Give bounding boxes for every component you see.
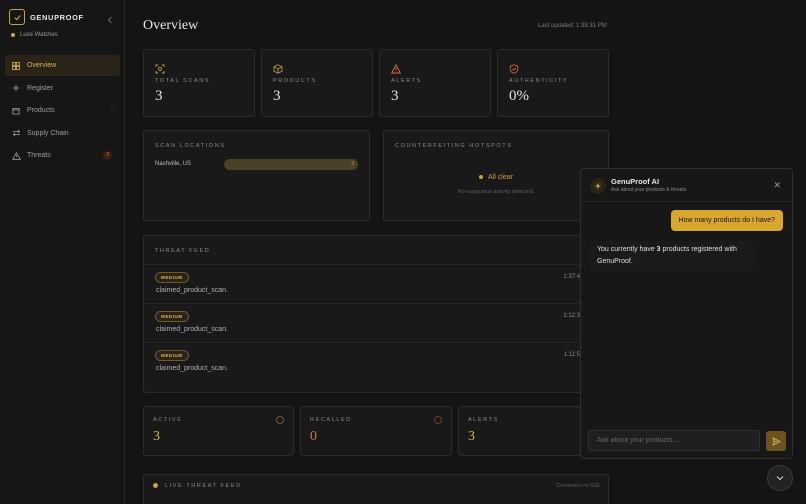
threats-count-badge: 3 [103,151,112,161]
severity-badge: MEDIUM [155,311,189,322]
send-button[interactable] [766,431,786,451]
stat-value: 3 [391,88,399,104]
location-name: Nashville, US [155,161,192,167]
mini-stat-value: 0 [310,429,317,444]
live-threat-feed-card: Live Threat Feed Connected via SSE [143,474,609,504]
chevron-right-icon: › [111,107,113,114]
threat-time: 1:37:4 [563,274,580,280]
stat-card-total-scans: Total Scans 3 [143,49,255,117]
status-dot [479,175,484,180]
ai-sparkle-icon [590,178,606,194]
threat-text: claimed_product_scan. [156,326,228,333]
page-title: Overview [143,18,199,33]
toggle-chat-button[interactable] [767,465,793,491]
status-text: All clear [488,174,513,181]
counterfeiting-hotspots-card: Counterfeiting Hotspots All clear No sus… [383,130,609,221]
org-name: Luxe Watches [20,32,58,38]
shield-icon [509,61,519,74]
ai-message: You currently have 3 products registered… [590,241,755,271]
chat-input[interactable] [588,430,760,451]
section-label: Counterfeiting Hotspots [395,143,513,149]
org-status-dot [11,33,15,37]
threat-time: 1:11:5 [563,352,580,358]
stat-value: 0% [509,88,529,104]
stat-label: Alerts [391,78,422,84]
scan-icon [155,61,165,74]
plus-icon [11,83,21,93]
mini-stat-label: Active [153,417,183,423]
box-icon [11,106,21,116]
sidebar-nav: Overview Register Products › Supply Chai… [5,55,120,168]
sidebar-item-label: Register [27,84,54,92]
close-icon[interactable]: ✕ [773,181,781,190]
threat-row[interactable]: MEDIUM claimed_product_scan. 1:37:4 [144,264,582,303]
section-label: Scan Locations [155,143,226,149]
warning-icon [11,151,21,161]
chat-title: GenuProof AI [611,177,660,186]
arrows-exchange-icon [11,128,21,138]
stat-card-alerts: Alerts 3 [379,49,491,117]
section-label: Live Threat Feed [165,483,242,489]
info-icon [276,416,284,424]
ai-message-text: You currently have [597,246,657,253]
mini-stat-active: Active 3 [143,406,294,456]
threat-row[interactable]: MEDIUM claimed_product_scan. 1:12:3 [144,303,582,342]
last-updated: Last updated: 1:38:31 PM [538,23,607,29]
recall-icon [434,416,442,424]
severity-badge: MEDIUM [155,350,189,361]
sidebar-item-label: Threats [27,152,51,160]
mini-stat-value: 3 [468,429,475,444]
sidebar: GENUPROOF Luxe Watches Overview Register… [0,0,125,504]
sidebar-item-supply-chain[interactable]: Supply Chain [5,123,120,144]
sidebar-item-threats[interactable]: Threats 3 [5,145,120,166]
threat-text: claimed_product_scan. [156,365,228,372]
stat-value: 3 [155,88,163,104]
mini-stat-value: 3 [153,429,160,444]
stat-card-products: Products 3 [261,49,373,117]
ai-chat-panel: GenuProof AI Ask about your products & t… [580,168,793,459]
brand[interactable]: GENUPROOF [9,9,84,25]
mini-stat-label: Recalled [310,417,352,423]
connection-status: Connected via SSE [556,483,600,489]
grid-icon [11,61,21,71]
stat-label: Products [273,78,317,84]
chevron-down-icon [776,476,784,481]
brand-logo-icon [9,9,25,25]
stat-label: Total Scans [155,78,211,84]
threat-feed-card: Threat Feed MEDIUM claimed_product_scan.… [143,235,583,393]
box-icon [273,61,283,74]
stat-card-authenticity: Authenticity 0% [497,49,609,117]
threat-time: 1:12:3 [563,313,580,319]
send-icon [771,436,781,446]
scan-locations-card: Scan Locations Nashville, US 3 [143,130,370,221]
severity-badge: MEDIUM [155,272,189,283]
sidebar-item-label: Products [27,107,55,115]
user-message: How many products do I have? [670,210,783,231]
hotspots-message: No suspicious activity detected. [457,189,535,195]
live-status-dot [153,483,158,488]
chat-subtitle: Ask about your products & threats [611,187,687,193]
location-bar: 3 [224,159,358,170]
threat-row[interactable]: MEDIUM claimed_product_scan. 1:11:5 [144,342,582,381]
sidebar-item-overview[interactable]: Overview [5,55,120,76]
mini-stat-label: Alerts [468,417,499,423]
sidebar-item-label: Supply Chain [27,129,69,137]
sidebar-item-products[interactable]: Products › [5,100,120,121]
section-label: Threat Feed [155,248,211,254]
sidebar-item-label: Overview [27,62,57,69]
stat-label: Authenticity [509,78,569,84]
stat-value: 3 [273,88,281,104]
chat-header: GenuProof AI Ask about your products & t… [581,169,792,202]
location-bar-fill [224,159,358,170]
mini-stat-recalled: Recalled 0 [300,406,452,456]
collapse-sidebar-icon[interactable] [105,12,115,24]
location-count: 3 [351,161,354,167]
hotspots-status: All clear [384,174,608,181]
threat-text: claimed_product_scan. [156,287,228,294]
brand-name: GENUPROOF [30,12,84,22]
warning-icon [390,61,402,74]
sidebar-item-register[interactable]: Register [5,78,120,99]
org-selector[interactable]: Luxe Watches [11,32,58,38]
